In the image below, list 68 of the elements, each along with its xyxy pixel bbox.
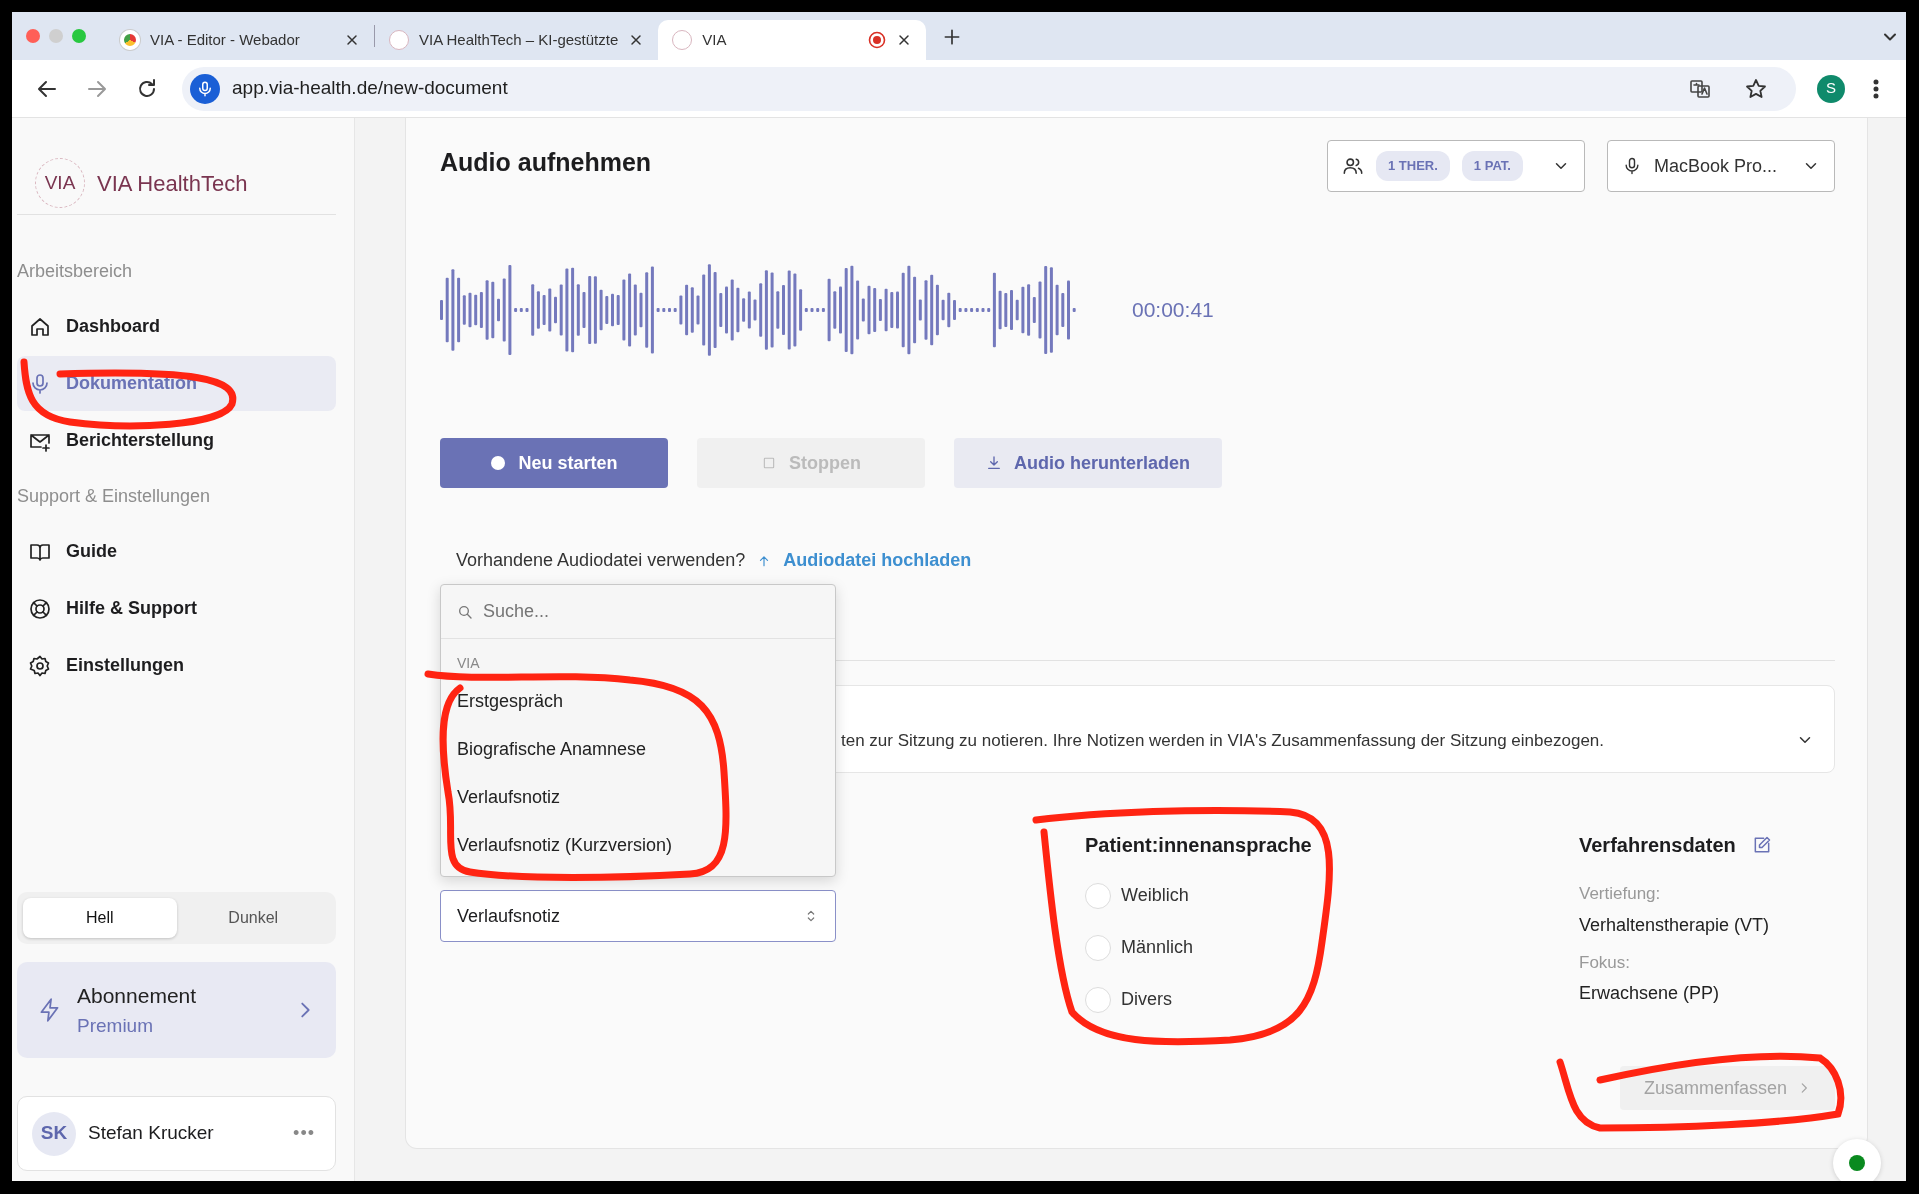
template-option[interactable]: Biografische Anamnese (441, 726, 835, 774)
page-title: Audio aufnehmen (440, 147, 652, 178)
browser-tab-favicon (672, 30, 693, 50)
participants-dropdown[interactable]: 1 THER. 1 PAT. (1327, 140, 1585, 192)
user-name: Stefan Krucker (88, 1121, 215, 1146)
settings-icon (28, 653, 52, 678)
section-title: Verfahrensdaten (1579, 833, 1736, 858)
sidebar-item[interactable]: Einstellungen (17, 638, 336, 693)
subscription-card[interactable]: Abonnement Premium (17, 962, 336, 1058)
user-avatar: SK (32, 1111, 76, 1156)
stop-icon (761, 455, 777, 471)
microphone-glyph-icon (196, 79, 214, 98)
recording-icon (868, 31, 887, 49)
sidebar-item[interactable]: Hilfe & Support (17, 581, 336, 636)
tab-title: VIA (702, 29, 728, 50)
browser-tab[interactable]: VIA (658, 20, 927, 60)
people-icon (1342, 155, 1364, 177)
radio-button[interactable] (1085, 882, 1111, 909)
microphone-dropdown[interactable]: MacBook Pro... (1607, 140, 1835, 192)
template-option[interactable]: Verlaufsnotiz (Kurzversion) (441, 822, 835, 870)
browser-tab-favicon (389, 30, 409, 50)
url-text: app.via-health.de/new-document (232, 76, 509, 101)
record-dot-icon (490, 455, 507, 471)
template-select[interactable]: Verlaufsnotiz (440, 890, 836, 942)
radio-option[interactable]: Weiblich (1085, 882, 1189, 909)
field-label: Fokus: (1579, 951, 1632, 974)
status-button[interactable] (1833, 1139, 1881, 1181)
template-option[interactable]: Verlaufsnotiz (441, 774, 835, 822)
field-label: Vertiefung: (1579, 883, 1662, 905)
field-value: Erwachsene (PP) (1579, 982, 1721, 1005)
search-field[interactable]: Suche... (481, 597, 819, 626)
tab-title: VIA HealthTech – KI-gestützte (419, 29, 619, 50)
recording-timer: 00:00:41 (1132, 297, 1214, 324)
field-value: Verhaltenstherapie (VT) (1579, 913, 1771, 937)
radio-button[interactable] (1085, 986, 1111, 1013)
radio-option[interactable]: Divers (1085, 986, 1172, 1013)
theme-toggle-option[interactable]: Hell (23, 898, 177, 938)
sidebar-item[interactable]: Guide (17, 524, 336, 579)
participant-badge: 1 PAT. (1461, 151, 1523, 181)
section-heading: Arbeitsbereich (17, 260, 134, 283)
download-icon (986, 455, 1002, 471)
browser-tab[interactable]: VIA HealthTech – KI-gestützte (375, 20, 659, 60)
brand-name: VIA HealthTech (97, 169, 248, 198)
theme-toggle-option[interactable]: Dunkel (176, 898, 330, 938)
lifebuoy-icon (28, 596, 52, 621)
search-icon (457, 603, 473, 620)
more-button[interactable]: ••• (287, 1119, 321, 1148)
section-title: Patient:innenansprache (1085, 833, 1313, 858)
browser-tab-favicon (120, 30, 140, 50)
star-icon[interactable] (1744, 76, 1768, 101)
upload-prompt: Vorhandene Audiodatei verwenden? (456, 549, 746, 572)
restart-button[interactable]: Neu starten (440, 438, 668, 488)
user-card[interactable]: SK Stefan Krucker ••• (17, 1096, 336, 1171)
address-bar[interactable]: app.via-health.de/new-document (182, 66, 1796, 111)
tab-title: VIA - Editor - Webador (150, 29, 301, 50)
radio-button[interactable] (1085, 934, 1111, 961)
browser-tab[interactable]: VIA - Editor - Webador (106, 20, 374, 60)
radio-option[interactable]: Männlich (1085, 934, 1194, 961)
participant-badge: 1 THER. (1376, 151, 1450, 181)
download-button[interactable]: Audio herunterladen (954, 438, 1222, 488)
sidebar-item[interactable]: Dashboard (17, 299, 336, 354)
close-icon[interactable] (344, 32, 360, 48)
status-dot-icon (1849, 1155, 1865, 1171)
notes-description: ten zur Sitzung zu notieren. Ihre Notizen werden in VIA's Zusammenfassung der Sitzung einbezogen. (841, 730, 1605, 753)
group-label: VIA (456, 654, 481, 673)
section-heading: Support & Einstellungen (17, 485, 212, 508)
sidebar-item[interactable]: Berichterstellung (17, 413, 336, 468)
profile-avatar[interactable]: S (1817, 74, 1845, 103)
